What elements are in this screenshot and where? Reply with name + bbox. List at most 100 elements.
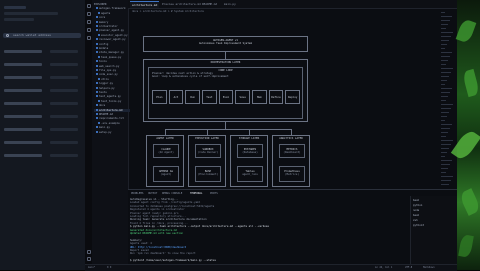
file-icon — [96, 7, 98, 10]
explorer-item[interactable]: planner_agent.py — [94, 29, 124, 32]
explorer-item-label: setup.py — [99, 130, 112, 134]
explorer-item[interactable]: docs — [94, 104, 105, 107]
file-icon — [98, 55, 100, 58]
terminal-instance[interactable]: python — [413, 204, 422, 207]
explorer-item[interactable]: web_search.py — [94, 64, 119, 68]
minimap-line — [441, 128, 450, 129]
explorer-item[interactable]: test_agents.py — [94, 95, 121, 98]
explorer-item[interactable]: core — [94, 16, 105, 19]
explorer-item[interactable]: executor_agent.py — [94, 33, 128, 37]
explorer-item[interactable]: helpers.py — [94, 86, 115, 90]
explorer-item[interactable]: utils — [94, 77, 109, 81]
explorer-header[interactable]: EXPLORER — [94, 3, 107, 6]
browser-row[interactable] — [4, 76, 42, 79]
component-desc: (Dashboard) — [283, 151, 301, 154]
browser-row[interactable] — [4, 128, 42, 131]
tab-preview[interactable]: Preview architecture.md — [160, 1, 203, 7]
extensions-icon[interactable] — [86, 36, 91, 40]
explorer-item[interactable]: tools — [94, 60, 107, 63]
core-loop-step: Refine — [268, 90, 284, 104]
encoding-status[interactable]: UTF-8 — [405, 265, 412, 271]
browser-header-bar — [4, 6, 26, 9]
explorer-item-label: models — [99, 47, 109, 50]
terminal-instance[interactable]: bash — [413, 214, 419, 217]
explorer-item[interactable]: orchestrator — [94, 25, 118, 28]
source-control-icon[interactable] — [86, 20, 91, 24]
browser-row[interactable] — [4, 50, 42, 53]
minimap-line — [441, 44, 447, 45]
browser-row[interactable] — [4, 141, 42, 144]
minimap[interactable] — [440, 12, 454, 188]
explorer-item[interactable]: task_queue.py — [94, 55, 122, 59]
explorer-item-label: reviewer_agent.py — [99, 38, 126, 42]
debug-icon[interactable] — [86, 28, 91, 32]
explorer-item[interactable]: reviewer_agent.py — [94, 38, 126, 41]
browser-search-field[interactable]: search wallet address — [3, 33, 81, 38]
gear-icon[interactable] — [86, 257, 91, 261]
search-icon[interactable] — [86, 12, 91, 16]
explorer-item[interactable]: code_exec.py — [94, 73, 118, 76]
explorer-item[interactable]: logger.py — [94, 82, 113, 85]
browser-row[interactable] — [4, 63, 42, 66]
account-icon[interactable] — [86, 250, 91, 254]
minimap-line — [441, 160, 452, 161]
browser-row[interactable] — [4, 102, 42, 105]
explorer-item[interactable]: agents — [94, 11, 110, 15]
explorer-item[interactable]: file_ops.py — [94, 69, 116, 72]
explorer-item-label: task_queue.py — [101, 55, 122, 59]
minimap-line — [441, 100, 446, 101]
terminal-instance[interactable]: python3 — [413, 224, 424, 227]
terminal-instance[interactable]: bash — [413, 199, 419, 202]
problems-status[interactable]: 0 0 — [107, 265, 111, 271]
cursor-position[interactable]: Ln 24, Col 1 — [375, 265, 392, 271]
explorer-item[interactable]: config — [94, 42, 108, 46]
terminal-instance[interactable]: node — [413, 209, 419, 212]
explorer-item[interactable]: test_tools.py — [94, 99, 121, 103]
browser-row[interactable] — [4, 89, 42, 92]
browser-row-value — [50, 63, 78, 66]
breadcrumb: docs > architecture.md > # System Archit… — [132, 10, 204, 13]
browser-search-text: search wallet address — [13, 33, 51, 37]
explorer-item[interactable]: memory — [94, 20, 108, 24]
tab-main-py[interactable]: main.py — [222, 1, 238, 7]
browser-title-bar — [4, 12, 58, 15]
minimap-line — [441, 24, 448, 25]
minimap-line — [441, 68, 453, 69]
minimap-line — [441, 144, 451, 145]
branch-status[interactable]: main* — [88, 265, 95, 271]
minimap-line — [441, 180, 451, 181]
minimap-line — [441, 164, 450, 165]
core-loop-step: Plan — [152, 90, 167, 104]
browser-window: search wallet address — [0, 0, 85, 270]
explorer-item[interactable]: state_manager.py — [94, 51, 124, 54]
file-icon — [96, 38, 98, 41]
explorer-item[interactable]: tests — [94, 91, 107, 94]
orchestration-layer-box: ORCHESTRATION LAYER CORE LOOP Planner: d… — [143, 59, 308, 122]
explorer-item[interactable]: requirements.txt — [94, 117, 124, 120]
file-icon — [96, 69, 98, 71]
layer-title: ANALYTICS LAYER — [279, 137, 303, 140]
explorer-item[interactable]: architecture.md — [94, 108, 130, 112]
terminal-instance[interactable]: zsh — [413, 219, 418, 222]
terminal[interactable]: AutoRegressive v1 - Starting... Loaded ag… — [128, 196, 410, 264]
core-loop-step-label: Act — [173, 96, 179, 99]
explorer-item[interactable]: README.md — [94, 113, 113, 116]
explorer-item[interactable]: models — [94, 47, 108, 50]
browser-row[interactable] — [4, 115, 42, 118]
orchestration-title: ORCHESTRATION LAYER — [210, 61, 241, 64]
leaf-shape — [458, 188, 480, 216]
tab-readme[interactable]: README.md — [200, 1, 219, 7]
explorer-item[interactable]: autogen-framework — [94, 7, 126, 10]
explorer-item[interactable]: setup.py — [94, 130, 112, 134]
tab-architecture-md[interactable]: architecture.md — [130, 1, 160, 8]
explorer-item-label: core — [99, 16, 106, 20]
minimap-line — [441, 16, 452, 17]
explorer-item[interactable]: main.py — [94, 126, 110, 129]
language-status[interactable]: Markdown — [423, 265, 435, 271]
browser-row[interactable] — [4, 154, 42, 157]
leaf-shape — [455, 18, 477, 44]
explorer-item[interactable]: .env.example — [94, 121, 120, 125]
files-icon[interactable] — [86, 4, 91, 8]
minimap-line — [441, 168, 448, 169]
file-icon — [98, 121, 100, 124]
